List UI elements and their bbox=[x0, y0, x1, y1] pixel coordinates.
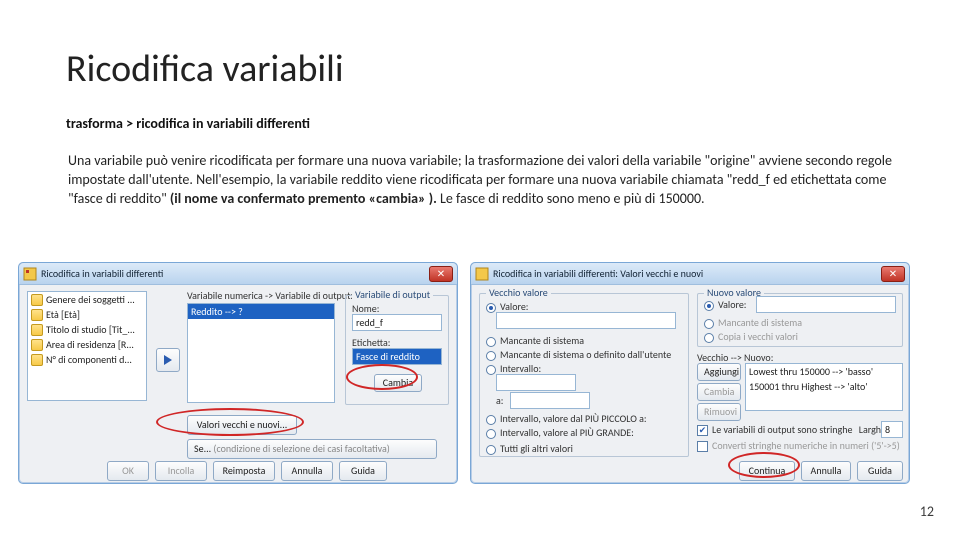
radio-new-mancante[interactable] bbox=[704, 319, 714, 329]
body-suffix: Le fasce di reddito sono meno e più di 1… bbox=[437, 190, 705, 207]
radio-mancante[interactable] bbox=[486, 337, 496, 347]
selected-mapping[interactable]: Reddito --> ? bbox=[188, 304, 334, 319]
highlight-continua bbox=[728, 452, 800, 478]
radio-valore[interactable] bbox=[486, 303, 496, 313]
var-item[interactable]: Titolo di studio [Tit_... bbox=[28, 322, 146, 337]
map-list[interactable]: Lowest thru 150000 --> 'basso' 150001 th… bbox=[745, 363, 903, 411]
radio-new-copia[interactable] bbox=[704, 333, 714, 343]
scale-icon bbox=[31, 354, 43, 366]
annulla-button-2[interactable]: Annulla bbox=[801, 461, 851, 481]
var-item[interactable]: Genere dei soggetti ... bbox=[28, 292, 146, 307]
radio-new-valore[interactable] bbox=[704, 301, 714, 311]
page-number: 12 bbox=[920, 503, 934, 520]
etichetta-input[interactable]: Fasce di reddito bbox=[352, 348, 442, 365]
var-item[interactable]: Area di residenza [R... bbox=[28, 337, 146, 352]
annulla-button[interactable]: Annulla bbox=[281, 461, 333, 481]
values-dialog: Ricodifica in variabili differenti: Valo… bbox=[470, 262, 910, 484]
cambia-button-2[interactable]: Cambia bbox=[697, 383, 741, 401]
ok-button[interactable]: OK bbox=[107, 461, 149, 481]
move-right-button[interactable] bbox=[156, 348, 180, 372]
interval-to-input[interactable] bbox=[510, 392, 590, 409]
slide-title: Ricodifica variabili bbox=[66, 46, 344, 92]
var-item[interactable]: N° di componenti d... bbox=[28, 352, 146, 367]
group-label: Variabile di output bbox=[352, 288, 433, 301]
rimuovi-button[interactable]: Rimuovi bbox=[697, 403, 741, 421]
variable-list[interactable]: Genere dei soggetti ... Età [Età] Titolo… bbox=[27, 291, 147, 401]
guida-button[interactable]: Guida bbox=[339, 461, 387, 481]
dialog-title: Ricodifica in variabili differenti bbox=[41, 267, 429, 280]
radio-tutti[interactable] bbox=[486, 445, 496, 455]
reimposta-button[interactable]: Reimposta bbox=[213, 461, 275, 481]
radio-intervallo[interactable] bbox=[486, 365, 496, 375]
check-stringhe[interactable]: ✔ bbox=[697, 425, 708, 436]
slide-subtitle: trasforma > ricodifica in variabili diff… bbox=[66, 115, 310, 132]
new-value-group: Nuovo valore Valore: Mancante di sistema… bbox=[697, 293, 903, 347]
larghezza-input[interactable]: 8 bbox=[881, 421, 903, 438]
close-icon[interactable]: ✕ bbox=[429, 266, 453, 282]
scale-icon bbox=[31, 309, 43, 321]
name-input[interactable]: redd_f bbox=[352, 314, 442, 331]
guida-button-2[interactable]: Guida bbox=[857, 461, 903, 481]
old-value-group: Vecchio valore Valore: Mancante di siste… bbox=[479, 293, 689, 457]
close-icon[interactable]: ✕ bbox=[881, 266, 905, 282]
se-button[interactable]: Se... (condizione di selezione dei casi … bbox=[187, 439, 437, 459]
scale-icon bbox=[31, 294, 43, 306]
map-row[interactable]: Lowest thru 150000 --> 'basso' bbox=[746, 364, 902, 379]
radio-mancante-utente[interactable] bbox=[486, 351, 496, 361]
scale-icon bbox=[31, 324, 43, 336]
slide-body: Una variabile può venire ricodificata pe… bbox=[68, 152, 898, 209]
radio-int-piccolo[interactable] bbox=[486, 415, 496, 425]
interval-from-input[interactable] bbox=[496, 374, 576, 391]
center-header: Variabile numerica -> Variabile di outpu… bbox=[187, 289, 353, 302]
app-icon bbox=[23, 267, 37, 281]
a-label: a: bbox=[496, 394, 503, 407]
app-icon bbox=[475, 267, 489, 281]
group-label: Vecchio valore bbox=[486, 286, 551, 299]
incolla-button[interactable]: Incolla bbox=[155, 461, 207, 481]
check-converti[interactable] bbox=[697, 441, 708, 452]
var-item[interactable]: Età [Età] bbox=[28, 307, 146, 322]
scale-icon bbox=[31, 339, 43, 351]
titlebar[interactable]: Ricodifica in variabili differenti: Valo… bbox=[471, 263, 909, 285]
body-bold: (il nome va confermato premento «cambia»… bbox=[170, 190, 437, 207]
mapping-list[interactable]: Reddito --> ? bbox=[187, 303, 335, 403]
highlight-cambia bbox=[346, 364, 418, 390]
titlebar[interactable]: Ricodifica in variabili differenti ✕ bbox=[19, 263, 457, 285]
new-value-input[interactable] bbox=[756, 296, 896, 313]
radio-int-grande[interactable] bbox=[486, 429, 496, 439]
map-row[interactable]: 150001 thru Highest --> 'alto' bbox=[746, 379, 902, 394]
highlight-valori bbox=[156, 408, 304, 436]
old-value-input[interactable] bbox=[496, 312, 676, 329]
aggiungi-button[interactable]: Aggiungi bbox=[697, 363, 741, 381]
arrow-right-icon bbox=[161, 353, 175, 367]
dialog-title: Ricodifica in variabili differenti: Valo… bbox=[493, 267, 881, 280]
